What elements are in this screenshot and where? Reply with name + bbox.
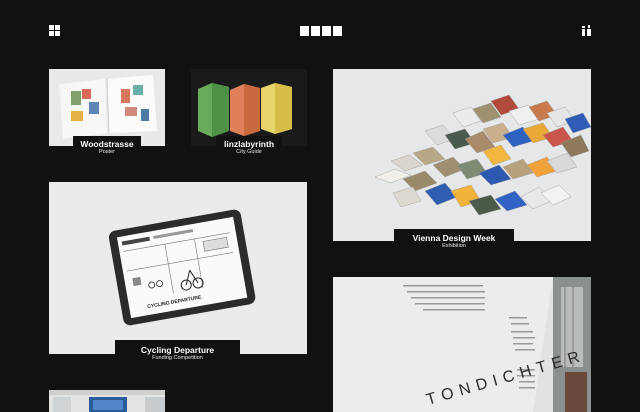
project-title: Woodstrasse	[80, 139, 134, 149]
project-card-linzlabyrinth[interactable]: linzlabyrinth City Guide	[191, 69, 307, 159]
project-subtitle: Poster	[99, 149, 115, 155]
project-thumbnail	[191, 69, 307, 146]
grid-menu-icon[interactable]	[49, 25, 60, 36]
project-subtitle: City Guide	[236, 149, 262, 155]
project-card-cycling-departure[interactable]: CYCLING DEPARTURE Cycling Departure Fund…	[49, 182, 307, 367]
project-title: linzlabyrinth	[223, 139, 275, 149]
project-caption: Vienna Design Week Exhibition	[394, 229, 514, 254]
project-card-woodstrasse[interactable]: Woodstrasse Poster	[49, 69, 165, 159]
project-caption: Cycling Departure Funding Competition	[115, 340, 240, 367]
project-caption: linzlabyrinth City Guide	[216, 136, 282, 159]
project-subtitle: Exhibition	[442, 243, 466, 249]
project-caption: Woodstrasse Poster	[73, 136, 141, 159]
project-card-partial[interactable]	[49, 390, 165, 412]
project-thumbnail	[49, 69, 165, 146]
project-thumbnail: TONDICHTER	[333, 277, 591, 412]
project-title: Vienna Design Week	[412, 233, 496, 243]
project-subtitle: Funding Competition	[152, 355, 203, 361]
project-title: Cycling Departure	[140, 345, 215, 355]
project-thumbnail: CYCLING DEPARTURE	[49, 182, 307, 354]
project-card-tondichter[interactable]: TONDICHTER	[333, 277, 591, 412]
project-thumbnail	[49, 390, 165, 412]
project-thumbnail	[333, 69, 591, 241]
info-icon[interactable]	[581, 25, 593, 37]
project-card-vienna-design-week[interactable]: Vienna Design Week Exhibition	[333, 69, 591, 254]
brand-logo-icon[interactable]	[300, 26, 342, 36]
